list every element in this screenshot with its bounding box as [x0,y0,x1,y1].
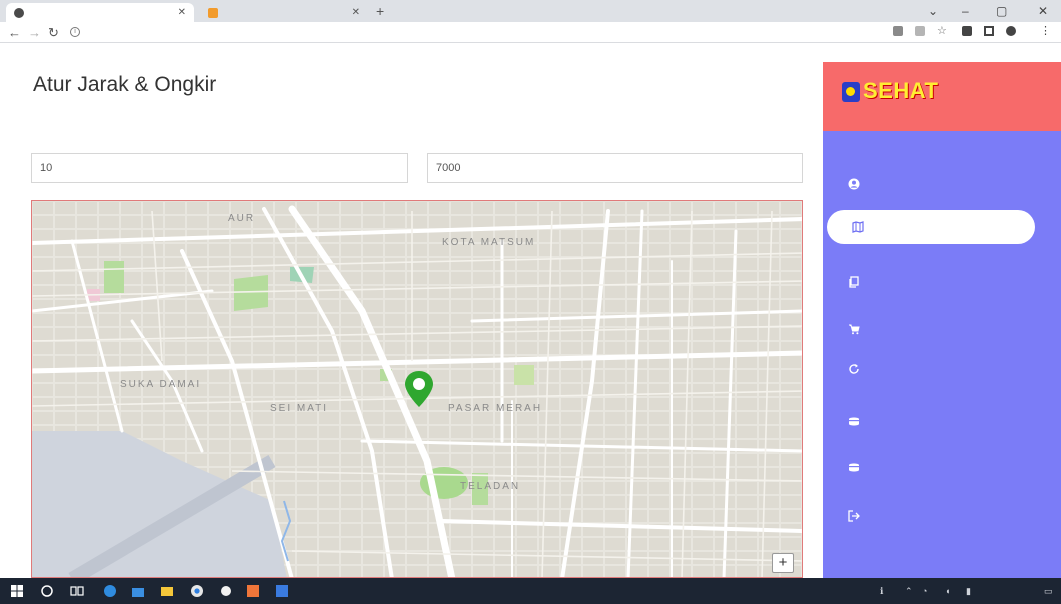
logout-icon [847,510,860,523]
address-bar[interactable]: i [70,24,860,40]
store-icon[interactable] [131,584,145,598]
forward-icon[interactable]: → [28,25,41,40]
editor-icon[interactable] [275,584,289,598]
page-title: Atur Jarak & Ongkir [33,73,217,96]
taskbar: ℹ ⌃ ◔ ◖ ▮ ▭ [0,578,1061,604]
new-tab-icon[interactable]: + [376,3,384,19]
chevron-down-icon[interactable]: ⌄ [928,4,938,18]
price-per-km-input[interactable] [427,153,803,183]
box-icon [847,415,860,428]
battery-icon[interactable]: ▮ [966,586,971,597]
search-icon[interactable] [40,584,54,598]
browser-toolbar: ← → ↻ i ☆ ⋮ [0,22,1061,43]
district-label: SEI MATI [270,403,328,414]
logo: SEHAT [863,78,939,103]
park [104,261,124,293]
volume-icon[interactable]: ◖ [945,586,950,596]
database-icon [208,7,218,18]
browser-tab-inactive[interactable]: ✕ [200,3,368,22]
network-icon[interactable]: ◔ [922,586,927,596]
menu-dots-icon[interactable]: ⋮ [1040,24,1051,37]
key-icon[interactable] [893,26,903,36]
logo-mark-icon [842,82,860,102]
zoom-in-button[interactable]: + [772,553,794,573]
sidebar-item-product-report[interactable] [823,404,1061,438]
sidebar-item-distance-shipping[interactable] [827,210,1035,244]
sidebar-item-order-report[interactable] [823,450,1061,484]
file-explorer-icon[interactable] [160,584,174,598]
puzzle-icon[interactable] [962,26,972,36]
reading-list-icon[interactable] [984,26,994,36]
map-icon [851,221,864,234]
browser-tab-active[interactable]: ✕ [6,3,194,22]
district-label: TELADAN [460,481,520,492]
sidebar-item-category-product[interactable] [823,265,1061,299]
people-icon[interactable]: ℹ [880,586,883,597]
back-icon[interactable]: ← [8,25,21,40]
cart-icon [847,323,860,336]
globe-icon [14,7,24,18]
district-label: KOTA MATSUM [442,237,535,248]
close-tab-icon[interactable]: ✕ [178,7,186,18]
chevron-up-icon[interactable]: ⌃ [905,586,913,597]
notifications-icon[interactable]: ▭ [1044,586,1053,597]
profile-icon[interactable] [1006,26,1016,36]
sidebar-item-returns[interactable] [823,352,1061,386]
sidebar-item-orders[interactable] [823,312,1061,346]
reload-icon[interactable]: ↻ [48,25,59,41]
sidebar: SEHAT [823,62,1061,578]
location-map[interactable]: AUR KOTA MATSUM SUKA DAMAI SEI MATI PASA… [31,200,803,578]
close-window-icon[interactable]: ✕ [1038,4,1048,18]
park [514,365,534,385]
windows-start-icon[interactable] [10,584,24,598]
chrome-icon[interactable] [190,584,204,598]
star-icon[interactable]: ☆ [937,24,947,37]
edge-icon[interactable] [103,584,117,598]
refresh-icon [847,363,860,376]
share-icon[interactable] [915,26,925,36]
info-icon[interactable]: i [70,27,80,37]
box-icon [847,461,860,474]
max-distance-input[interactable] [31,153,408,183]
minimize-icon[interactable]: – [962,4,969,18]
maximize-icon[interactable]: ▢ [996,4,1007,18]
copy-icon [847,276,860,289]
close-tab-icon[interactable]: ✕ [352,7,360,18]
browser-tabstrip: ✕ ✕ + ⌄ – ▢ ✕ [0,0,1061,22]
map-canvas[interactable]: AUR KOTA MATSUM SUKA DAMAI SEI MATI PASA… [32,201,803,578]
district-label: PASAR MERAH [448,403,542,414]
sidebar-item-profile[interactable] [823,167,1061,201]
user-circle-icon [847,178,860,191]
park [234,275,268,311]
task-view-icon[interactable] [70,584,84,598]
logo-area: SEHAT [823,62,1061,131]
app-icon[interactable] [219,584,233,598]
district-label: SUKA DAMAI [120,379,201,390]
sidebar-item-logout[interactable] [823,499,1061,533]
xampp-icon[interactable] [246,584,260,598]
district-label: AUR [228,213,255,224]
